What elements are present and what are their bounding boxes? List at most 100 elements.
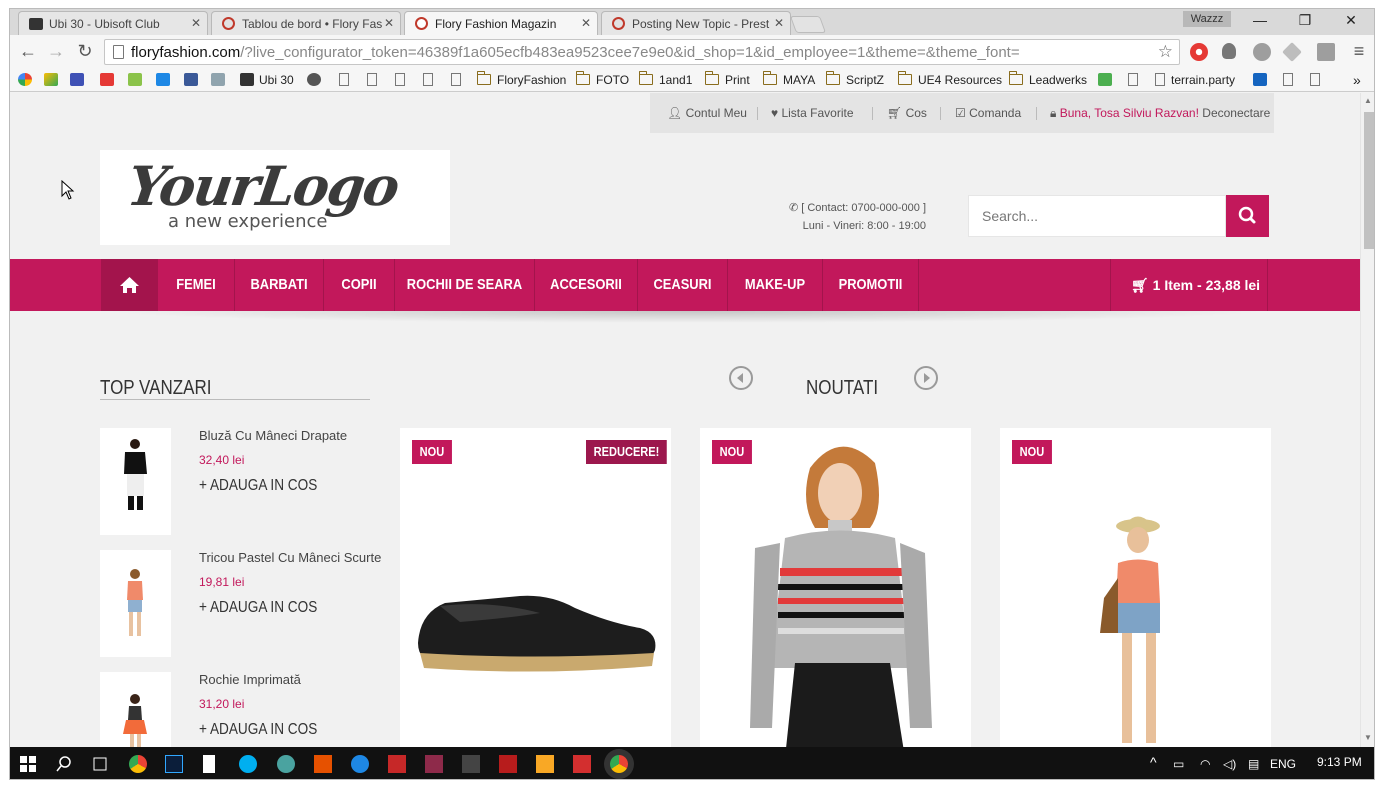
page-icon[interactable] — [423, 72, 433, 88]
wishlist-link[interactable]: ♥ Lista Favorite — [771, 106, 854, 120]
skype-icon[interactable] — [239, 755, 257, 773]
volume-icon[interactable]: ◁) — [1223, 757, 1236, 771]
youtube-icon[interactable] — [100, 72, 119, 88]
notepad-icon[interactable] — [203, 755, 215, 773]
app-icon[interactable] — [425, 755, 443, 773]
photoshop-icon[interactable] — [165, 755, 183, 773]
drive-icon[interactable] — [1282, 42, 1302, 62]
chrome-active-icon[interactable] — [610, 755, 628, 773]
search-button[interactable] — [1226, 195, 1269, 237]
download-icon[interactable] — [1317, 43, 1335, 61]
bookmark-1and1[interactable]: 1and1 — [638, 71, 692, 88]
menu-item-copii[interactable]: COPII — [329, 259, 389, 311]
if-icon[interactable] — [128, 72, 147, 88]
menu-item-make-up[interactable]: MAKE-UP — [735, 259, 816, 311]
page-icon[interactable] — [1283, 72, 1293, 88]
close-icon[interactable]: ✕ — [191, 16, 201, 30]
minimize-icon[interactable]: — — [1250, 12, 1270, 28]
tab-posting[interactable]: Posting New Topic - Prest ✕ — [601, 11, 791, 35]
cube-icon[interactable] — [1253, 72, 1272, 88]
product-card[interactable]: NOU — [700, 428, 971, 747]
bookmark-maya[interactable]: MAYA — [762, 71, 815, 88]
bookmarks-overflow-button[interactable]: » — [1353, 72, 1361, 88]
back-arrow-icon[interactable]: ← — [18, 42, 38, 60]
e-icon[interactable] — [211, 72, 230, 88]
search-icon[interactable] — [55, 755, 73, 773]
r-icon[interactable] — [156, 72, 175, 88]
bookmark-print[interactable]: Print — [704, 71, 750, 88]
page-icon[interactable] — [367, 72, 377, 88]
scroll-down-icon[interactable]: ▼ — [1364, 733, 1372, 742]
product-card[interactable]: NOU REDUCERE! — [400, 428, 671, 747]
close-window-icon[interactable]: ✕ — [1341, 12, 1361, 29]
clock[interactable]: 9:13 PM — [1317, 755, 1362, 769]
bookmark-floryfashion[interactable]: FloryFashion — [476, 71, 566, 88]
bookmark-terrain-party[interactable]: terrain.party — [1155, 72, 1235, 88]
new-tab-button[interactable] — [789, 16, 827, 33]
close-icon[interactable]: ✕ — [384, 16, 394, 30]
product-thumbnail[interactable] — [100, 428, 171, 535]
bookmark-ue4-resources[interactable]: UE4 Resources — [897, 71, 1002, 88]
wordpress-icon[interactable] — [307, 72, 326, 88]
close-icon[interactable]: ✕ — [581, 16, 591, 30]
checkout-link[interactable]: ☑ Comanda — [955, 106, 1021, 120]
profile-button[interactable]: Wazzz — [1183, 11, 1231, 27]
add-to-cart-button[interactable]: + ADAUGA IN COS — [199, 477, 317, 495]
page-icon[interactable] — [339, 72, 349, 88]
add-to-cart-button[interactable]: + ADAUGA IN COS — [199, 599, 317, 617]
page-icon[interactable] — [395, 72, 405, 88]
bookmark-leadwerks[interactable]: Leadwerks — [1008, 71, 1087, 88]
tab-dashboard[interactable]: Tablou de bord • Flory Fas ✕ — [211, 11, 401, 35]
bookmark-foto[interactable]: FOTO — [575, 71, 629, 88]
battery-icon[interactable]: ▭ — [1173, 757, 1184, 771]
restore-icon[interactable]: ❐ — [1295, 12, 1315, 29]
home-button[interactable] — [101, 259, 158, 311]
scroll-up-icon[interactable]: ▲ — [1364, 96, 1372, 105]
app-icon[interactable] — [351, 755, 369, 773]
product-name[interactable]: Bluză Cu Mâneci Drapate — [199, 428, 347, 443]
product-thumbnail[interactable] — [100, 550, 171, 657]
menu-icon[interactable]: ≡ — [1349, 42, 1369, 60]
product-thumbnail[interactable] — [100, 672, 171, 747]
reload-icon[interactable]: ↻ — [75, 42, 95, 60]
menu-item-accesorii[interactable]: ACCESORII — [542, 259, 630, 311]
product-card[interactable]: NOU — [1000, 428, 1271, 747]
cart-link[interactable]: 🛒︎ Cos — [887, 106, 927, 120]
scrollbar-thumb[interactable] — [1364, 112, 1374, 249]
app-icon[interactable] — [277, 755, 295, 773]
bookmark-star-icon[interactable]: ☆ — [1158, 42, 1173, 62]
google-icon[interactable] — [18, 72, 37, 88]
acrobat-icon[interactable] — [388, 755, 406, 773]
opera-icon[interactable] — [1190, 43, 1208, 61]
search-input[interactable]: Search... — [968, 195, 1226, 237]
app-icon[interactable] — [314, 755, 332, 773]
forward-arrow-icon[interactable]: → — [46, 42, 66, 60]
address-bar[interactable]: floryfashion.com/?live_configurator_toke… — [104, 39, 1180, 65]
product-name[interactable]: Rochie Imprimată — [199, 672, 301, 687]
menu-item-ceasuri[interactable]: CEASURI — [644, 259, 721, 311]
app-icon[interactable] — [462, 755, 480, 773]
notification-icon[interactable]: ▤ — [1248, 757, 1259, 771]
app-icon[interactable] — [573, 755, 591, 773]
chevron-up-icon[interactable]: ^ — [1150, 754, 1157, 770]
m-extension-icon[interactable] — [1253, 43, 1271, 61]
logout-link[interactable]: 🔒︎ Buna, Tosa Silviu Razvan! Deconectare — [1050, 106, 1270, 121]
tab-flory-fashion[interactable]: Flory Fashion Magazin ✕ — [404, 11, 598, 36]
mail-icon[interactable] — [70, 72, 89, 88]
folder-icon[interactable] — [536, 755, 554, 773]
close-icon[interactable]: ✕ — [774, 16, 784, 30]
carousel-next-button[interactable] — [914, 366, 938, 390]
bookmark-ubi30[interactable]: Ubi 30 — [240, 72, 294, 88]
task-view-icon[interactable] — [91, 755, 109, 773]
carousel-prev-button[interactable] — [729, 366, 753, 390]
u-icon[interactable] — [1098, 72, 1117, 88]
bulb-icon[interactable] — [1222, 43, 1236, 59]
site-logo[interactable]: YourLogo a new experience — [100, 150, 450, 245]
menu-item-rochii-de-seara[interactable]: ROCHII DE SEARA — [405, 259, 525, 311]
language-indicator[interactable]: ENG — [1270, 757, 1296, 771]
wifi-icon[interactable]: ◠ — [1200, 757, 1210, 771]
menu-item-barbati[interactable]: BARBATI — [241, 259, 317, 311]
drive-bookmark-icon[interactable] — [44, 72, 63, 88]
filezilla-icon[interactable] — [499, 755, 517, 773]
menu-item-femei[interactable]: FEMEI — [163, 259, 228, 311]
